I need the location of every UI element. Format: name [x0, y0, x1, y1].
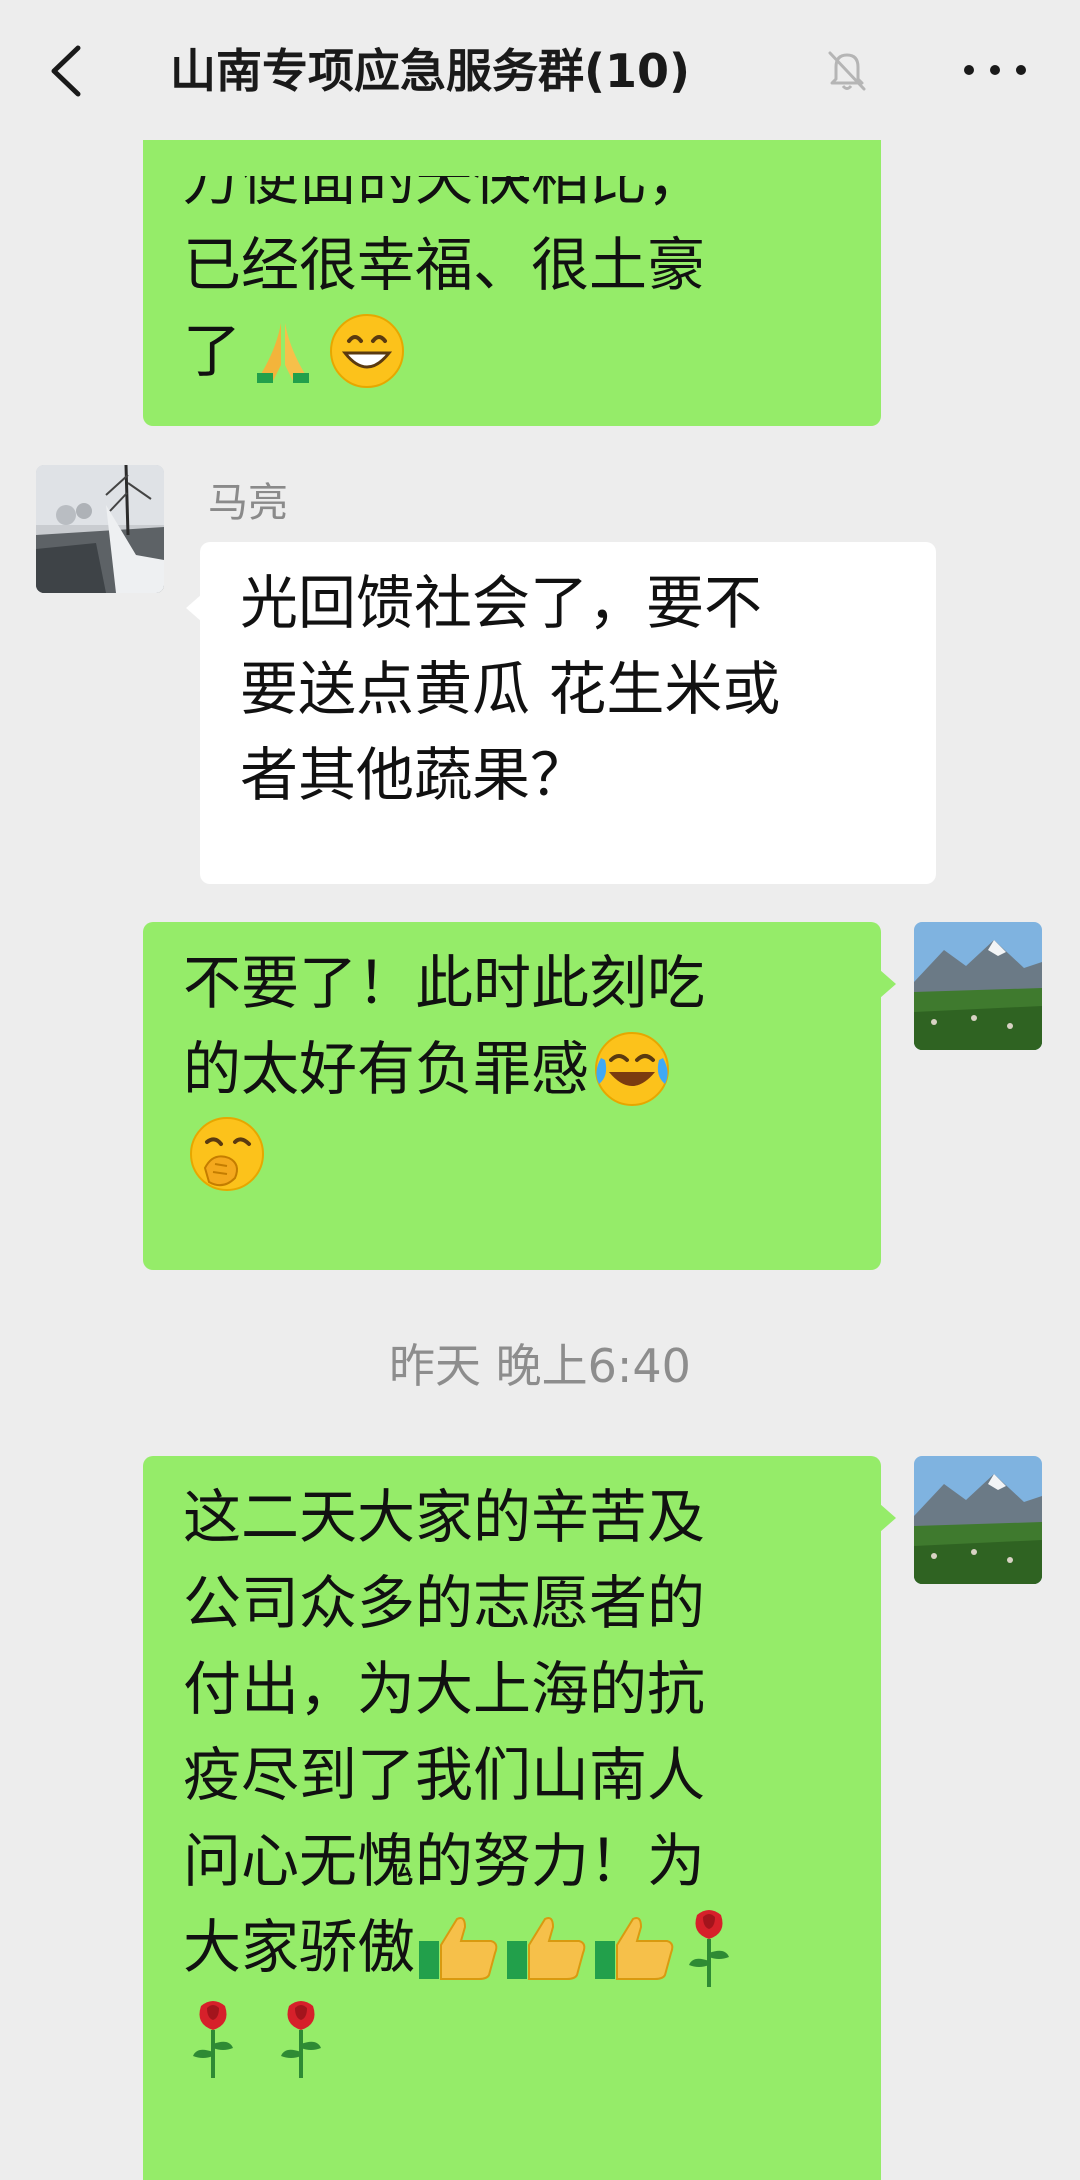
bubble-tail	[880, 970, 896, 998]
message-bubble-incoming[interactable]: 光回馈社会了，要不 要送点黄瓜 花生米或 者其他蔬果？	[200, 542, 936, 884]
timestamp: 昨天 晚上6:40	[389, 1339, 691, 1393]
chat-title: 山南专项应急服务群(10)	[170, 44, 691, 98]
message-line: 万便面的天快相比，	[183, 145, 706, 213]
folded-hands-icon	[257, 323, 310, 383]
message-line: 大家骄傲	[183, 1913, 416, 1981]
message-line: 这二天大家的辛苦及	[183, 1483, 706, 1551]
message-line: 要送点黄瓜 花生米或	[240, 655, 781, 723]
mountain-landscape-avatar-icon	[914, 1456, 1042, 1584]
message-line: 疫尽到了我们山南人	[183, 1741, 706, 1809]
message-bubble-outgoing[interactable]: 这二天大家的辛苦及 公司众多的志愿者的 付出，为大上海的抗 疫尽到了我们山南人 …	[143, 1456, 881, 2180]
thumbs-up-icon	[595, 1917, 674, 1980]
chat-screen: 山南专项应急服务群(10) 万便面的天快相比， 已经很幸福、很土豪 了 马亮 光…	[0, 0, 1080, 2180]
rose-icon	[281, 2001, 321, 2078]
more-icon	[964, 65, 1026, 75]
more-button[interactable]	[955, 50, 1035, 90]
avatar[interactable]	[36, 465, 164, 593]
thumbs-up-icon	[507, 1917, 586, 1980]
rose-icon	[689, 1910, 730, 1987]
snow-scene-avatar-icon	[36, 465, 164, 593]
back-button[interactable]	[40, 38, 100, 104]
bell-off-icon	[822, 45, 872, 95]
sender-name: 马亮	[208, 480, 288, 526]
message-line: 公司众多的志愿者的	[183, 1569, 706, 1637]
avatar-self[interactable]	[914, 1456, 1042, 1584]
bubble-tail	[880, 1504, 896, 1532]
thumbs-up-icon	[419, 1917, 498, 1980]
grinning-face-icon	[330, 314, 405, 388]
crying-laughing-icon	[595, 1032, 670, 1106]
message-line: 的太好有负罪感	[183, 1035, 590, 1103]
avatar-self[interactable]	[914, 922, 1042, 1050]
message-line: 者其他蔬果？	[240, 741, 589, 809]
chevron-left-icon	[51, 45, 81, 97]
mountain-landscape-avatar-icon	[914, 922, 1042, 1050]
chat-header: 山南专项应急服务群(10)	[0, 0, 1080, 140]
message-line: 光回馈社会了，要不	[240, 569, 763, 637]
message-line: 了	[183, 317, 242, 385]
face-hand-over-mouth-icon	[190, 1117, 264, 1191]
rose-icon	[193, 2001, 233, 2078]
message-line: 已经很幸福、很土豪	[183, 231, 706, 299]
message-line: 不要了！此时此刻吃	[183, 949, 706, 1017]
message-line: 付出，为大上海的抗	[183, 1655, 706, 1723]
message-line: 问心无愧的努力！为	[183, 1827, 706, 1895]
message-bubble-outgoing[interactable]: 不要了！此时此刻吃 的太好有负罪感	[143, 922, 881, 1270]
